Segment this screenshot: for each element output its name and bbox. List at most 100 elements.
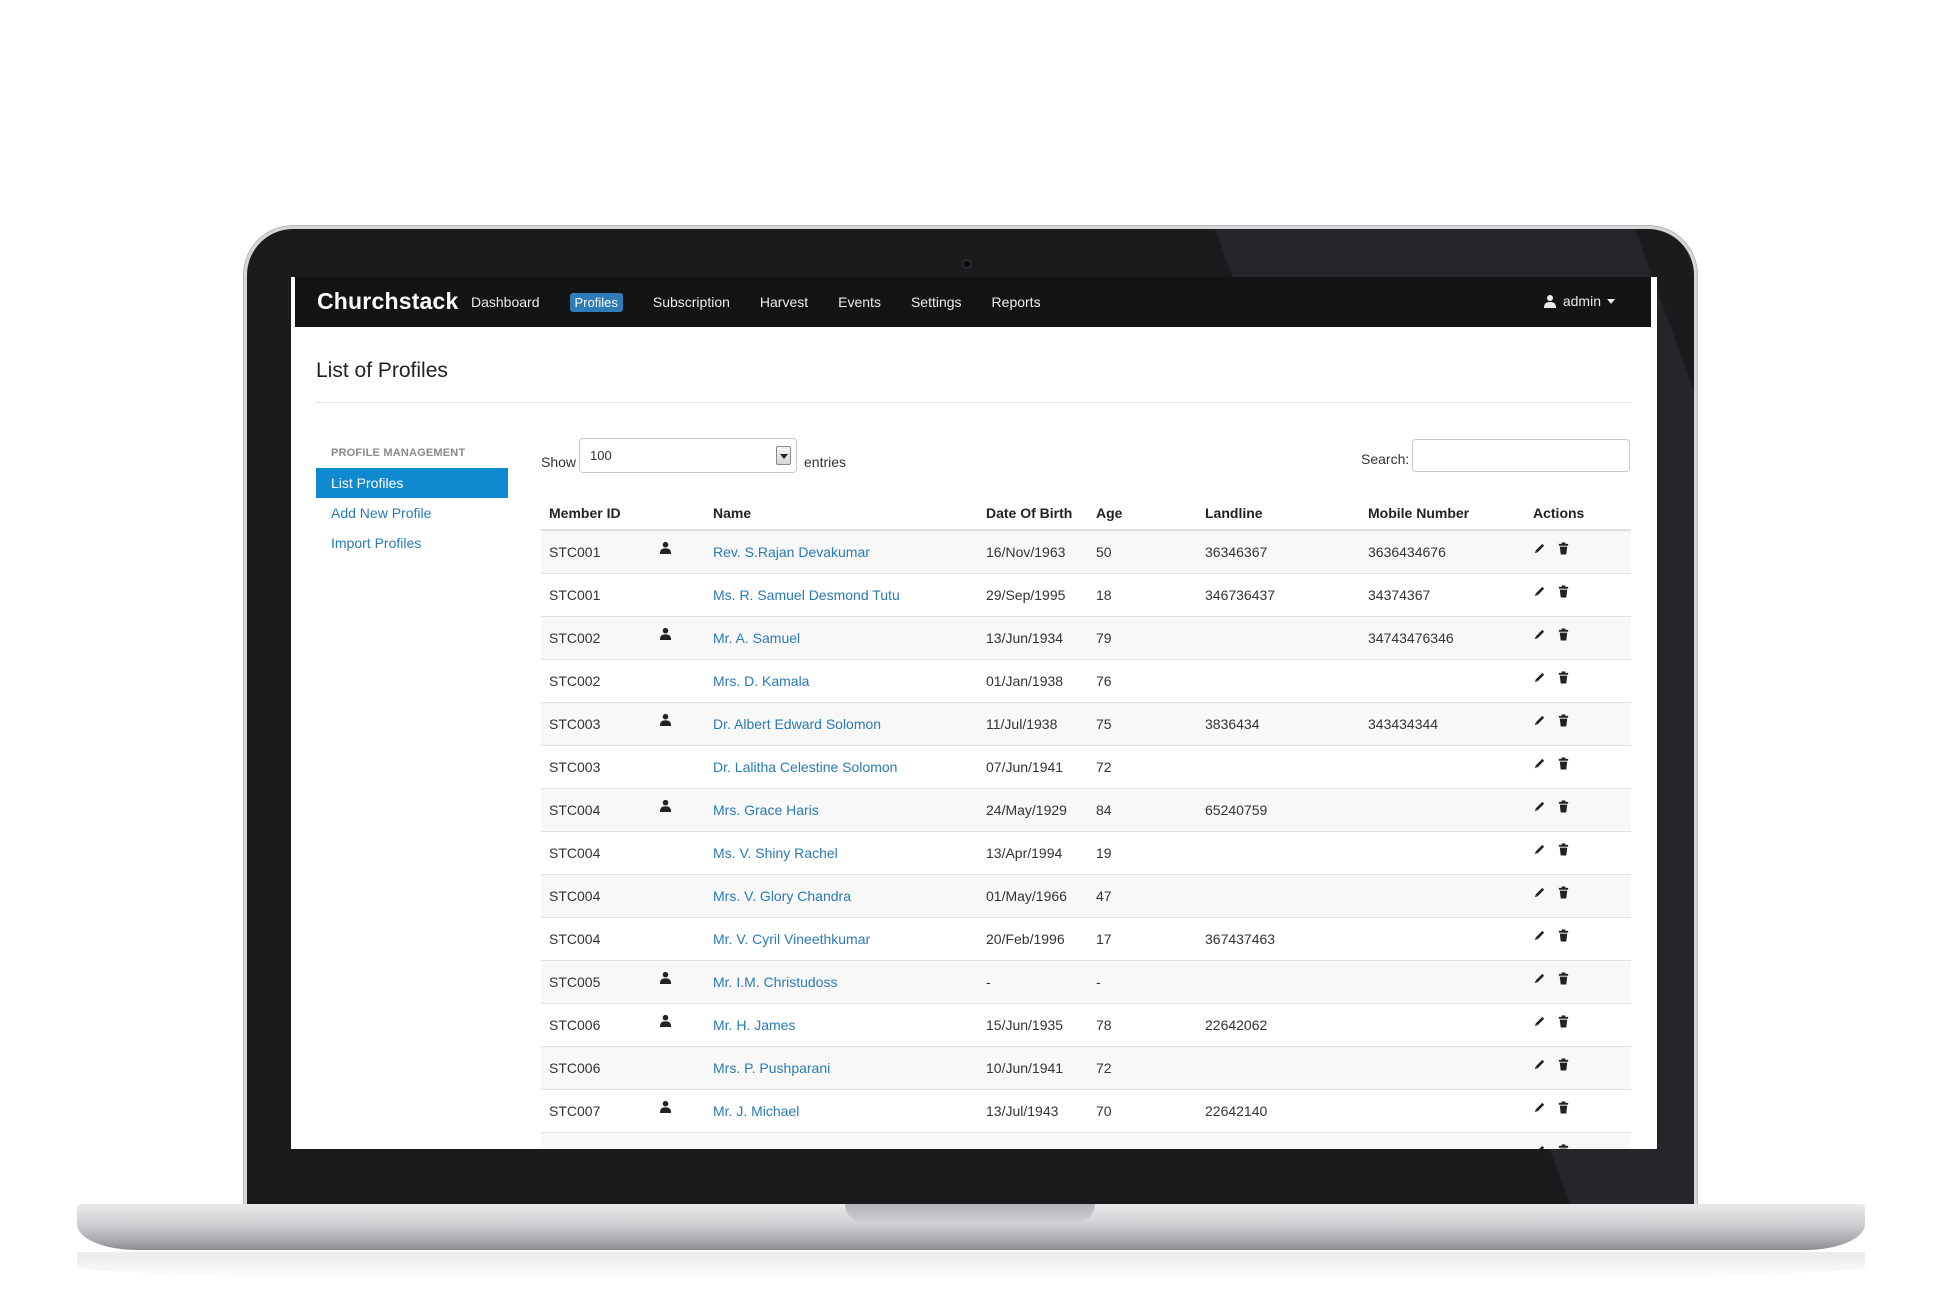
profile-name-link[interactable]: Mrs. D. Kamala	[713, 673, 809, 689]
entries-select[interactable]: 100	[579, 438, 797, 473]
person-icon	[659, 541, 673, 555]
trash-icon[interactable]	[1557, 886, 1571, 900]
pencil-icon[interactable]	[1533, 843, 1547, 857]
row-actions	[1533, 628, 1571, 642]
trash-icon[interactable]	[1557, 714, 1571, 728]
date-of-birth: 09/Apr/1945	[986, 1146, 1062, 1149]
profile-name-link[interactable]: Mrs. Grace Haris	[713, 802, 819, 818]
trash-icon[interactable]	[1557, 542, 1571, 556]
pencil-icon[interactable]	[1533, 886, 1547, 900]
table-row[interactable]: STC007 Mr. J. Michael 13/Jul/1943 70 2264214…	[541, 1090, 1631, 1133]
table-row[interactable]: STC004 Mrs. Grace Haris 24/May/1929 84 65240…	[541, 789, 1631, 832]
pencil-icon[interactable]	[1533, 542, 1547, 556]
person-icon	[659, 971, 673, 985]
pencil-icon[interactable]	[1533, 1015, 1547, 1029]
profile-name-link[interactable]: Mr. I.M. Christudoss	[713, 974, 837, 990]
brand-logo[interactable]: Churchstack	[317, 288, 459, 315]
trash-icon[interactable]	[1557, 671, 1571, 685]
col-dob[interactable]: Date Of Birth	[986, 505, 1072, 521]
pencil-icon[interactable]	[1533, 714, 1547, 728]
sidebar-item-list-profiles[interactable]: List Profiles	[316, 468, 508, 498]
pencil-icon[interactable]	[1533, 1144, 1547, 1149]
table-row[interactable]: STC001 Rev. S.Rajan Devakumar 16/Nov/1963 5…	[541, 531, 1631, 574]
pencil-icon[interactable]	[1533, 972, 1547, 986]
table-row[interactable]: STC006 Mrs. P. Pushparani 10/Jun/1941 72	[541, 1047, 1631, 1090]
age: 68	[1096, 1146, 1112, 1149]
nav-profiles[interactable]: Profiles	[569, 292, 623, 312]
nav-events[interactable]: Events	[838, 294, 881, 310]
col-age[interactable]: Age	[1096, 505, 1122, 521]
mobile-number: 34743476346	[1368, 630, 1454, 646]
member-id: STC006	[549, 1060, 601, 1076]
member-id: STC004	[549, 931, 601, 947]
pencil-icon[interactable]	[1533, 929, 1547, 943]
member-id: STC001	[549, 544, 601, 560]
table-row[interactable]: STC001 Ms. R. Samuel Desmond Tutu 29/Sep/1…	[541, 574, 1631, 617]
nav-subscription[interactable]: Subscription	[653, 294, 730, 310]
profile-name-link[interactable]: Mrs. M. Vimala Shanthi	[713, 1146, 857, 1149]
profile-name-link[interactable]: Mrs. V. Glory Chandra	[713, 888, 851, 904]
trash-icon[interactable]	[1557, 800, 1571, 814]
mobile-number: 34374367	[1368, 587, 1431, 603]
nav-dashboard[interactable]: Dashboard	[471, 294, 540, 310]
profile-name-link[interactable]: Ms. V. Shiny Rachel	[713, 845, 838, 861]
table-row[interactable]: STC004 Mr. V. Cyril Vineethkumar 20/Feb/19…	[541, 918, 1631, 961]
search-input[interactable]	[1412, 439, 1630, 472]
nav-reports[interactable]: Reports	[992, 294, 1041, 310]
profile-name-link[interactable]: Mr. A. Samuel	[713, 630, 800, 646]
col-member-id[interactable]: Member ID	[549, 505, 621, 521]
trash-icon[interactable]	[1557, 1058, 1571, 1072]
table-row[interactable]: STC003 Dr. Lalitha Celestine Solomon 07/Ju…	[541, 746, 1631, 789]
table-row[interactable]: STC002 Mr. A. Samuel 13/Jun/1934 79 34743476…	[541, 617, 1631, 660]
member-id: STC006	[549, 1017, 601, 1033]
trash-icon[interactable]	[1557, 1101, 1571, 1115]
profile-name-link[interactable]: Mrs. P. Pushparani	[713, 1060, 830, 1076]
date-of-birth: 11/Jul/1938	[986, 716, 1058, 732]
pencil-icon[interactable]	[1533, 671, 1547, 685]
pencil-icon[interactable]	[1533, 800, 1547, 814]
table-row[interactable]: STC002 Mrs. D. Kamala 01/Jan/1938 76	[541, 660, 1631, 703]
trash-icon[interactable]	[1557, 843, 1571, 857]
trash-icon[interactable]	[1557, 585, 1571, 599]
table-row[interactable]: STC004 Mrs. V. Glory Chandra 01/May/1966 47	[541, 875, 1631, 918]
pencil-icon[interactable]	[1533, 628, 1547, 642]
person-icon	[659, 713, 673, 727]
member-id: STC004	[549, 802, 601, 818]
profile-name-link[interactable]: Mr. H. James	[713, 1017, 795, 1033]
pencil-icon[interactable]	[1533, 585, 1547, 599]
table-row[interactable]: STC003 Dr. Albert Edward Solomon 11/Jul/19…	[541, 703, 1631, 746]
person-icon	[659, 1014, 673, 1028]
table-row[interactable]: STC006 Mr. H. James 15/Jun/1935 78 22642062	[541, 1004, 1631, 1047]
table-row[interactable]: STC004 Ms. V. Shiny Rachel 13/Apr/1994 19	[541, 832, 1631, 875]
profile-name-link[interactable]: Dr. Lalitha Celestine Solomon	[713, 759, 897, 775]
dropdown-button[interactable]	[776, 446, 791, 465]
user-menu[interactable]: admin	[1543, 293, 1615, 309]
sidebar-header: PROFILE MANAGEMENT	[331, 447, 466, 459]
pencil-icon[interactable]	[1533, 757, 1547, 771]
person-icon	[659, 627, 673, 641]
profile-name-link[interactable]: Mr. J. Michael	[713, 1103, 799, 1119]
date-of-birth: 10/Jun/1941	[986, 1060, 1064, 1076]
profile-name-link[interactable]: Ms. R. Samuel Desmond Tutu	[713, 587, 900, 603]
trash-icon[interactable]	[1557, 757, 1571, 771]
trash-icon[interactable]	[1557, 1015, 1571, 1029]
sidebar-item-add-new-profile[interactable]: Add New Profile	[316, 498, 508, 528]
nav-harvest[interactable]: Harvest	[760, 294, 808, 310]
trash-icon[interactable]	[1557, 972, 1571, 986]
profile-name-link[interactable]: Mr. V. Cyril Vineethkumar	[713, 931, 870, 947]
trash-icon[interactable]	[1557, 929, 1571, 943]
col-name[interactable]: Name	[713, 505, 751, 521]
table-row[interactable]: STC005 Mr. I.M. Christudoss - -	[541, 961, 1631, 1004]
pencil-icon[interactable]	[1533, 1058, 1547, 1072]
col-landline[interactable]: Landline	[1205, 505, 1263, 521]
profile-name-link[interactable]: Dr. Albert Edward Solomon	[713, 716, 881, 732]
col-mobile[interactable]: Mobile Number	[1368, 505, 1469, 521]
member-id: STC004	[549, 845, 601, 861]
pencil-icon[interactable]	[1533, 1101, 1547, 1115]
sidebar-item-import-profiles[interactable]: Import Profiles	[316, 528, 508, 558]
table-row[interactable]: STC007 Mrs. M. Vimala Shanthi 09/Apr/1945 6…	[541, 1133, 1631, 1149]
profile-name-link[interactable]: Rev. S.Rajan Devakumar	[713, 544, 870, 560]
trash-icon[interactable]	[1557, 1144, 1571, 1149]
nav-settings[interactable]: Settings	[911, 294, 962, 310]
trash-icon[interactable]	[1557, 628, 1571, 642]
